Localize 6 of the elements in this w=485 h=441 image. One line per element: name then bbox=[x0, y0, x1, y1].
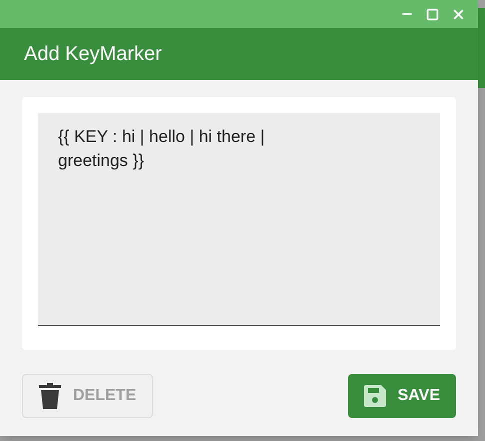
trash-icon bbox=[39, 383, 61, 409]
text-value: {{ KEY : hi | hello | hi there | greetings }} bbox=[58, 126, 266, 172]
maximize-icon[interactable] bbox=[426, 8, 439, 20]
save-button[interactable]: SAVE bbox=[348, 374, 456, 418]
dialog-title: Add KeyMarker bbox=[24, 42, 162, 67]
text-area[interactable]: {{ KEY : hi | hello | hi there | greetings }} bbox=[38, 113, 440, 326]
